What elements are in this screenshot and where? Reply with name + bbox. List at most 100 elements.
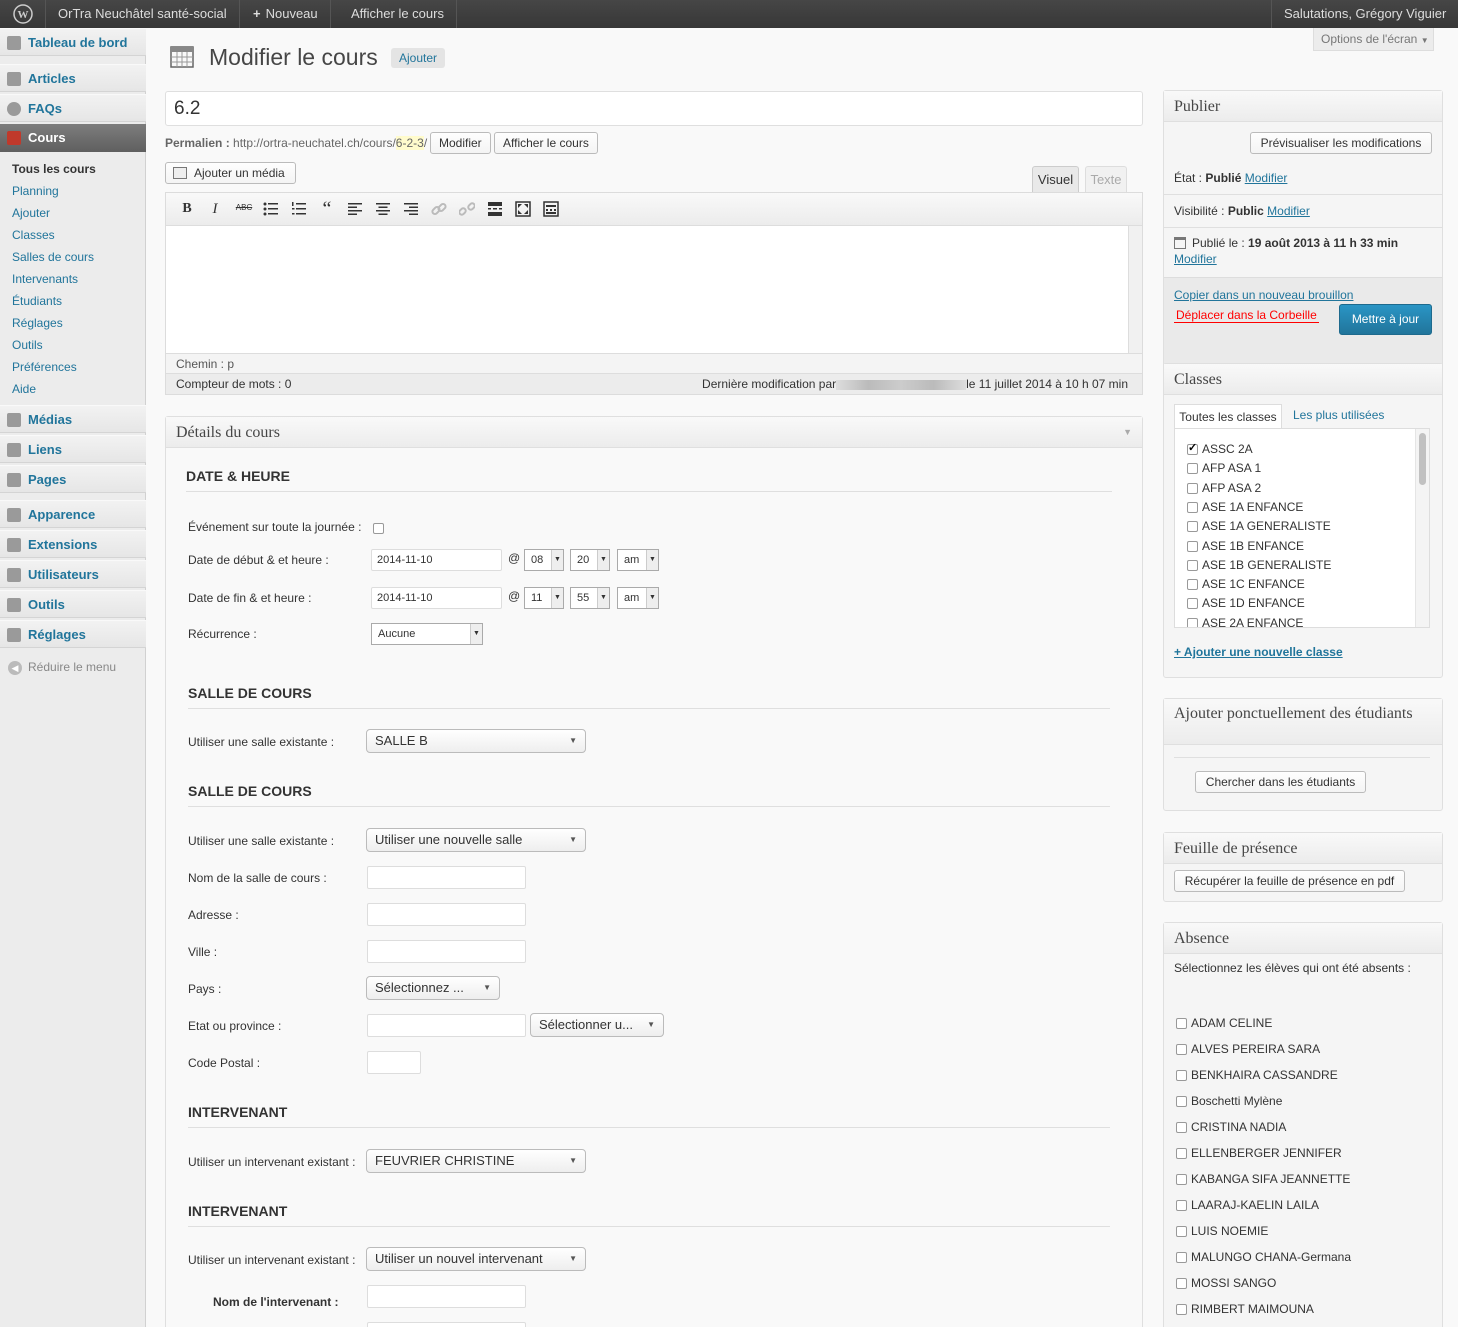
class-checkbox[interactable] <box>1187 441 1198 455</box>
menu-users[interactable]: Utilisateurs <box>0 560 146 588</box>
student-checkbox[interactable] <box>1176 1278 1187 1289</box>
class-checkbox[interactable] <box>1187 598 1198 610</box>
unlink-icon[interactable] <box>458 201 476 220</box>
add-class-link[interactable]: + Ajouter une nouvelle classe <box>1174 645 1343 659</box>
search-students-button[interactable]: Chercher dans les étudiants <box>1195 771 1366 793</box>
scrollbar-thumb[interactable] <box>1419 433 1426 485</box>
add-new-button[interactable]: Ajouter <box>391 48 446 68</box>
classes-list[interactable]: ASSC 2A AFP ASA 1 AFP ASA 2 ASE 1A ENFANCE A… <box>1174 428 1430 628</box>
edit-visibility-link[interactable]: Modifier <box>1267 204 1310 218</box>
course-details-header[interactable]: Détails du cours ▼ <box>166 417 1142 448</box>
numbered-list-icon[interactable] <box>290 201 308 220</box>
submenu-settings[interactable]: Réglages <box>12 316 63 330</box>
add-students-header[interactable]: Ajouter ponctuellement des étudiants <box>1164 699 1442 745</box>
menu-appearance[interactable]: Apparence <box>0 500 146 528</box>
student-row[interactable]: LUIS NOEMIE <box>1176 1224 1268 1238</box>
collapse-menu[interactable]: ◀ Réduire le menu <box>8 660 116 675</box>
fullscreen-icon[interactable] <box>514 201 532 220</box>
class-item[interactable]: ASE 1D ENFANCE <box>1187 596 1305 610</box>
view-course-button[interactable]: Afficher le cours <box>494 132 598 154</box>
start-hour-select[interactable]: 08 ▼ <box>524 549 564 571</box>
class-item[interactable]: AFP ASA 1 <box>1187 461 1261 475</box>
menu-faqs[interactable]: FAQs <box>0 94 146 122</box>
student-checkbox[interactable] <box>1176 1174 1187 1185</box>
class-checkbox[interactable] <box>1187 579 1198 591</box>
menu-links[interactable]: Liens <box>0 435 146 463</box>
student-checkbox[interactable] <box>1176 1304 1187 1315</box>
blockquote-icon[interactable]: “ <box>318 198 336 221</box>
submenu-rooms[interactable]: Salles de cours <box>12 250 94 264</box>
class-checkbox[interactable] <box>1187 521 1198 533</box>
edit-date-link[interactable]: Modifier <box>1174 252 1217 266</box>
update-button[interactable]: Mettre à jour <box>1339 304 1432 335</box>
align-center-icon[interactable] <box>374 201 392 220</box>
wordpress-icon[interactable]: W <box>0 0 46 28</box>
student-row[interactable]: MOSSI SANGO <box>1176 1276 1276 1290</box>
class-item[interactable]: ASE 1A GENERALISTE <box>1187 519 1331 533</box>
student-checkbox[interactable] <box>1176 1122 1187 1133</box>
existing-room-select[interactable]: SALLE B ▼ <box>366 729 586 753</box>
submenu-tools[interactable]: Outils <box>12 338 43 352</box>
classes-header[interactable]: Classes <box>1164 364 1442 395</box>
submenu-students[interactable]: Étudiants <box>12 294 62 308</box>
existing-speaker-select[interactable]: FEUVRIER CHRISTINE ▼ <box>366 1149 586 1173</box>
speaker-name-input[interactable] <box>367 1285 526 1308</box>
student-checkbox[interactable] <box>1176 1226 1187 1237</box>
permalink-slug[interactable]: 6-2-3 <box>395 136 424 150</box>
start-ampm-select[interactable]: am ▼ <box>617 549 659 571</box>
editor-content-area[interactable] <box>166 226 1128 353</box>
italic-icon[interactable]: I <box>206 201 224 218</box>
tab-all-classes[interactable]: Toutes les classes <box>1174 404 1282 429</box>
student-row[interactable]: ADAM CELINE <box>1176 1016 1272 1030</box>
student-checkbox[interactable] <box>1176 1252 1187 1263</box>
city-input[interactable] <box>367 940 526 963</box>
class-item[interactable]: AFP ASA 2 <box>1187 481 1261 495</box>
student-row[interactable]: LAARAJ-KAELIN LAILA <box>1176 1198 1319 1212</box>
submenu-classes[interactable]: Classes <box>12 228 55 242</box>
end-minute-select[interactable]: 55 ▼ <box>570 587 610 609</box>
publish-header[interactable]: Publier <box>1164 91 1442 122</box>
student-checkbox[interactable] <box>1176 1018 1187 1029</box>
submenu-help[interactable]: Aide <box>12 382 36 396</box>
student-row[interactable]: RIMBERT MAIMOUNA <box>1176 1302 1314 1316</box>
class-checkbox[interactable] <box>1187 540 1198 552</box>
allday-checkbox[interactable] <box>373 523 384 534</box>
preview-button[interactable]: Prévisualiser les modifications <box>1250 132 1432 154</box>
submenu-add[interactable]: Ajouter <box>12 206 50 220</box>
end-date-input[interactable]: 2014-11-10 <box>371 587 502 609</box>
postal-code-input[interactable] <box>367 1051 421 1074</box>
student-row[interactable]: CRISTINA NADIA <box>1176 1120 1286 1134</box>
state-input[interactable] <box>367 1014 526 1037</box>
screen-options-button[interactable]: Options de l'écran ▼ <box>1313 28 1434 51</box>
address-input[interactable] <box>367 903 526 926</box>
existing-room-select-2[interactable]: Utiliser une nouvelle salle ▼ <box>366 828 586 852</box>
link-icon[interactable] <box>430 201 448 220</box>
tab-most-used[interactable]: Les plus utilisées <box>1293 408 1384 422</box>
attendance-header[interactable]: Feuille de présence <box>1164 833 1442 864</box>
end-ampm-select[interactable]: am ▼ <box>617 587 659 609</box>
student-row[interactable]: Boschetti Mylène <box>1176 1094 1282 1108</box>
submenu-planning[interactable]: Planning <box>12 184 59 198</box>
student-checkbox[interactable] <box>1176 1070 1187 1081</box>
menu-medias[interactable]: Médias <box>0 405 146 433</box>
class-checkbox[interactable] <box>1187 482 1198 494</box>
post-title-input[interactable]: 6.2 <box>165 91 1143 126</box>
site-name-link[interactable]: OrTra Neuchâtel santé-social <box>46 0 240 28</box>
submenu-all-courses[interactable]: Tous les cours <box>12 162 96 176</box>
bold-icon[interactable]: B <box>178 201 196 217</box>
student-row[interactable]: ALVES PEREIRA SARA <box>1176 1042 1320 1056</box>
submenu-preferences[interactable]: Préférences <box>12 360 77 374</box>
student-checkbox[interactable] <box>1176 1200 1187 1211</box>
class-item[interactable]: ASE 1A ENFANCE <box>1187 500 1303 514</box>
menu-dashboard[interactable]: Tableau de bord <box>0 28 146 56</box>
new-content-link[interactable]: + Nouveau <box>241 0 331 28</box>
menu-settings[interactable]: Réglages <box>0 620 146 648</box>
edit-permalink-button[interactable]: Modifier <box>430 132 491 154</box>
student-row[interactable]: MALUNGO CHANA-Germana <box>1176 1250 1351 1264</box>
student-row[interactable]: ELLENBERGER JENNIFER <box>1176 1146 1342 1160</box>
class-checkbox[interactable] <box>1187 501 1198 513</box>
menu-tools[interactable]: Outils <box>0 590 146 618</box>
trash-link[interactable]: Déplacer dans la Corbeille <box>1174 308 1319 323</box>
start-date-input[interactable]: 2014-11-10 <box>371 549 502 571</box>
view-course-link[interactable]: Afficher le cours <box>339 0 457 28</box>
